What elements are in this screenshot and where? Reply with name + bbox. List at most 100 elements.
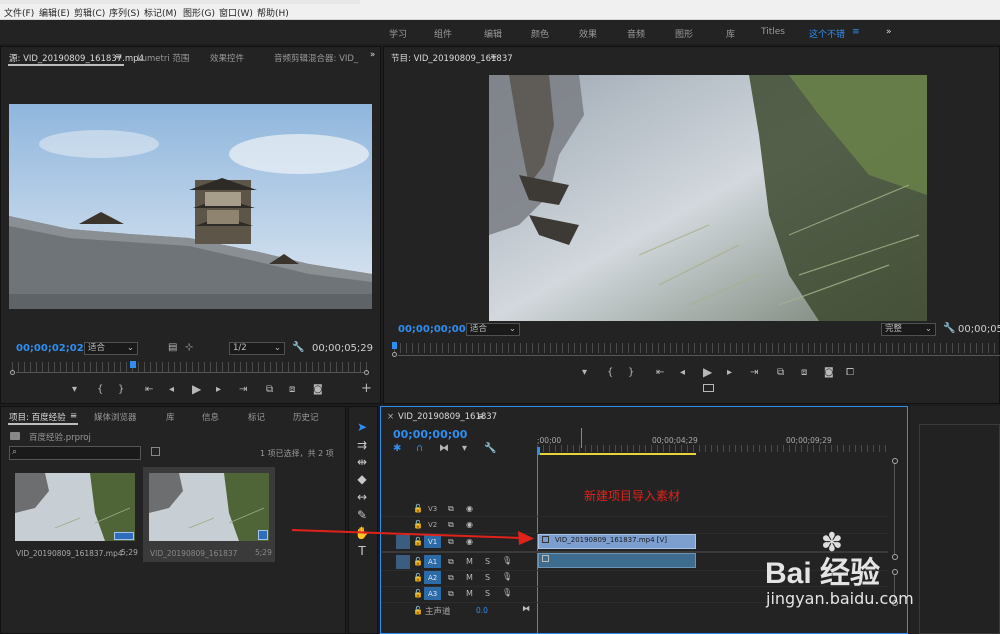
scroll-handle-top[interactable] [892, 569, 898, 575]
mark-in-icon[interactable]: { [607, 367, 613, 379]
add-marker-icon[interactable]: ▾ [462, 443, 467, 455]
timeline-vscroll[interactable] [894, 464, 895, 554]
scroll-handle-top[interactable] [892, 458, 898, 464]
add-marker-icon[interactable]: ▾ [72, 384, 77, 396]
sync-lock-icon[interactable]: ⧉ [448, 504, 454, 514]
tab-libraries[interactable]: 库 [166, 411, 175, 423]
lock-icon[interactable]: 🔓 [413, 606, 423, 615]
timeline-playhead[interactable] [537, 447, 540, 455]
workspace-learn[interactable]: 学习 [389, 27, 407, 40]
tab-info[interactable]: 信息 [202, 411, 219, 423]
hamburger-icon[interactable]: ≡ [852, 27, 860, 37]
lock-icon[interactable]: 🔓 [413, 504, 423, 513]
workspace-graphics[interactable]: 图形 [675, 27, 693, 40]
lock-icon[interactable]: 🔓 [413, 589, 423, 598]
solo-button[interactable]: S [485, 589, 490, 598]
source-patch-a1[interactable] [396, 555, 410, 569]
tab-effect-controls[interactable]: 效果控件 [210, 52, 244, 64]
source-time-ruler[interactable] [12, 362, 367, 372]
lock-icon[interactable]: 🔓 [413, 573, 423, 582]
source-playhead[interactable] [130, 361, 136, 368]
program-zoom-bar[interactable] [398, 355, 1000, 356]
go-to-out-icon[interactable]: ⇥ [750, 367, 758, 379]
eye-icon[interactable]: ◉ [466, 504, 473, 513]
settings-icon[interactable]: ▤ [168, 342, 177, 354]
ripple-edit-tool-icon[interactable]: ⇹ [353, 454, 371, 470]
mute-button[interactable]: M [466, 589, 473, 598]
lift-icon[interactable]: ⧉ [777, 367, 784, 379]
sync-lock-icon[interactable]: ⧉ [448, 589, 454, 599]
workspace-effects[interactable]: 效果 [579, 27, 597, 40]
clip-thumbnail[interactable] [15, 473, 135, 541]
snap-icon[interactable]: ∩ [416, 443, 423, 455]
step-forward-icon[interactable]: ▸ [216, 384, 221, 396]
audio-clip[interactable] [538, 553, 696, 568]
hamburger-icon[interactable]: ≡ [115, 52, 122, 62]
workspace-custom[interactable]: 这个不错 [809, 27, 845, 40]
mute-button[interactable]: M [466, 573, 473, 582]
wrench-icon[interactable]: 🔧 [943, 323, 955, 335]
tab-project[interactable]: 项目: 百度经验 [9, 411, 66, 423]
hamburger-icon[interactable]: ≡ [70, 411, 77, 421]
tab-media-browser[interactable]: 媒体浏览器 [94, 411, 137, 423]
go-to-end-icon[interactable]: ⧓ [522, 604, 530, 613]
double-chevron-right-icon[interactable]: » [370, 50, 375, 60]
menu-sequence[interactable]: 序列(S) [109, 6, 140, 19]
program-video-frame[interactable] [489, 75, 927, 321]
menu-marker[interactable]: 标记(M) [144, 6, 177, 19]
menu-file[interactable]: 文件(F) [4, 6, 34, 19]
tab-markers[interactable]: 标记 [248, 411, 265, 423]
hamburger-icon[interactable]: ≡ [490, 52, 497, 62]
timeline-timecode[interactable]: 00;00;00;00 [393, 428, 467, 441]
play-icon[interactable]: ▶ [192, 383, 201, 395]
program-timecode[interactable]: 00;00;00;00 [398, 324, 466, 335]
source-timecode[interactable]: 00;00;02;02 [16, 343, 84, 354]
microphone-icon[interactable]: 🎙 [502, 572, 512, 581]
work-area-bar[interactable] [537, 453, 696, 455]
mute-button[interactable]: M [466, 557, 473, 566]
source-resolution-dropdown[interactable]: 1/2 ⌄ [229, 342, 285, 355]
track-select-tool-icon[interactable]: ⇉ [353, 437, 371, 453]
microphone-icon[interactable]: 🎙 [502, 556, 512, 565]
workspace-color[interactable]: 颜色 [531, 27, 549, 40]
comparison-view-icon[interactable]: ⧠ [846, 367, 854, 379]
workspace-audio[interactable]: 音频 [627, 27, 645, 40]
insert-icon[interactable]: ⧉ [266, 384, 273, 396]
workspace-editing[interactable]: 编辑 [484, 27, 502, 40]
menu-help[interactable]: 帮助(H) [257, 6, 289, 19]
linked-selection-icon[interactable]: ⧓ [439, 443, 449, 455]
nest-icon[interactable]: ✱ [393, 443, 401, 455]
solo-button[interactable]: S [485, 557, 490, 566]
project-search-input[interactable] [9, 446, 141, 460]
tab-lumetri-scopes[interactable]: Lumetri 范围 [137, 52, 189, 64]
vr-video-icon[interactable] [703, 384, 714, 392]
master-volume-value[interactable]: 0.0 [476, 606, 488, 615]
menu-edit[interactable]: 编辑(E) [39, 6, 70, 19]
scroll-handle-left[interactable] [392, 352, 397, 357]
camera-icon[interactable]: ◙ [824, 367, 834, 379]
program-quality-dropdown[interactable]: 完整 ⌄ [881, 323, 936, 336]
program-fit-dropdown[interactable]: 适合 ⌄ [466, 323, 520, 336]
camera-icon[interactable]: ◙ [313, 384, 323, 396]
extract-icon[interactable]: ⧈ [801, 367, 807, 379]
mark-out-icon[interactable]: } [628, 367, 634, 379]
mark-out-icon[interactable]: } [118, 384, 124, 396]
plus-icon[interactable]: + [361, 382, 372, 395]
new-bin-icon[interactable] [151, 447, 160, 456]
sync-lock-icon[interactable]: ⧉ [448, 557, 454, 567]
solo-button[interactable]: S [485, 573, 490, 582]
wrench-icon[interactable]: 🔧 [292, 342, 304, 354]
slip-tool-icon[interactable]: ↔ [353, 489, 371, 505]
selection-tool-icon[interactable]: ➤ [353, 419, 371, 435]
menu-clip[interactable]: 剪辑(C) [74, 6, 105, 19]
double-chevron-right-icon[interactable]: » [886, 27, 892, 37]
go-to-in-icon[interactable]: ⇤ [656, 367, 664, 379]
menu-window[interactable]: 窗口(W) [219, 6, 253, 19]
overwrite-icon[interactable]: ⧈ [289, 384, 295, 396]
hamburger-icon[interactable]: ≡ [477, 412, 484, 422]
tab-history[interactable]: 历史记 [293, 411, 319, 423]
program-time-ruler[interactable] [394, 343, 1000, 353]
microphone-icon[interactable]: 🎙 [502, 588, 512, 597]
clip-thumbnail[interactable] [149, 473, 269, 541]
wrench-icon[interactable]: 🔧 [484, 443, 496, 455]
